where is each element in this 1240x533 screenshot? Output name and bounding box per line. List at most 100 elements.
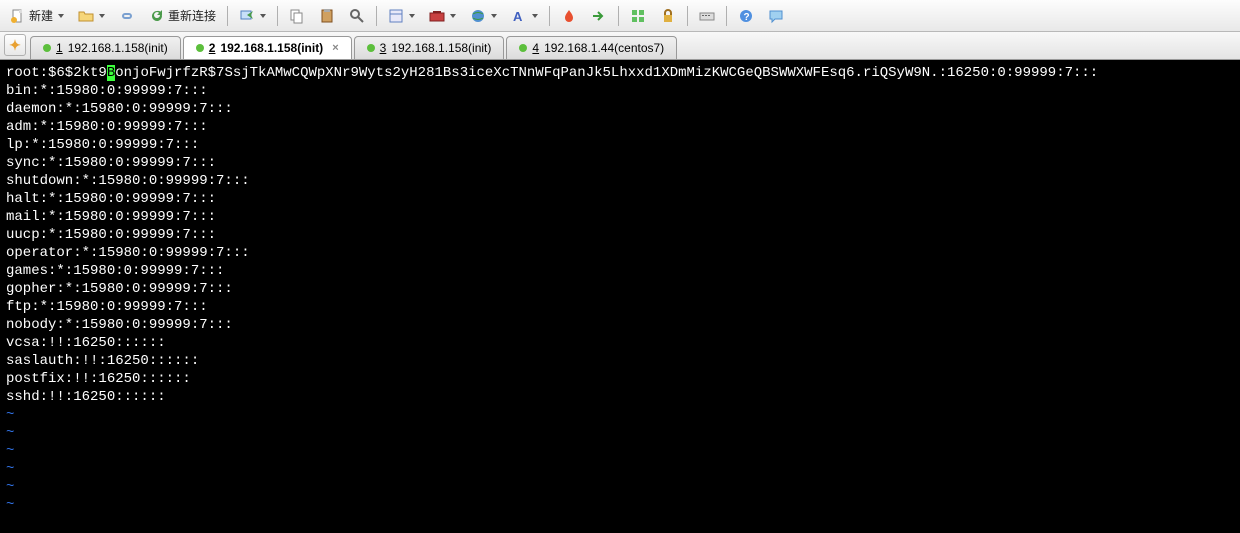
tab-number: 2 xyxy=(209,41,216,55)
terminal-line: uucp:*:15980:0:99999:7::: xyxy=(6,227,216,243)
dropdown-icon xyxy=(99,14,105,18)
terminal-line: nobody:*:15980:0:99999:7::: xyxy=(6,317,233,333)
add-tab-button[interactable]: ✦ xyxy=(4,34,26,56)
tab-number: 4 xyxy=(532,41,539,55)
search-icon xyxy=(349,8,365,24)
status-dot-icon xyxy=(367,44,375,52)
terminal-line: halt:*:15980:0:99999:7::: xyxy=(6,191,216,207)
terminal-line: ftp:*:15980:0:99999:7::: xyxy=(6,299,208,315)
tile-button[interactable] xyxy=(624,4,652,28)
send-icon xyxy=(239,8,255,24)
dropdown-icon xyxy=(260,14,266,18)
terminal-line: bin:*:15980:0:99999:7::: xyxy=(6,83,208,99)
tab-4[interactable]: 4 192.168.1.44(centos7) xyxy=(506,36,677,59)
globe-icon xyxy=(470,8,486,24)
refresh-icon xyxy=(149,8,165,24)
tab-label: 192.168.1.158(init) xyxy=(220,41,323,55)
terminal-line: operator:*:15980:0:99999:7::: xyxy=(6,245,250,261)
terminal-line: daemon:*:15980:0:99999:7::: xyxy=(6,101,233,117)
cursor: B xyxy=(107,65,115,81)
copy-button[interactable] xyxy=(283,4,311,28)
lock-button[interactable] xyxy=(654,4,682,28)
status-dot-icon xyxy=(196,44,204,52)
terminal-line: vcsa:!!:16250:::::: xyxy=(6,335,166,351)
keyboard-icon xyxy=(699,8,715,24)
new-icon xyxy=(10,8,26,24)
properties-icon xyxy=(388,8,404,24)
dropdown-icon xyxy=(532,14,538,18)
terminal-line: games:*:15980:0:99999:7::: xyxy=(6,263,224,279)
help-button[interactable]: ? xyxy=(732,4,760,28)
tab-3[interactable]: 3 192.168.1.158(init) xyxy=(354,36,505,59)
link-icon xyxy=(119,8,135,24)
send-file-button[interactable] xyxy=(585,4,613,28)
status-dot-icon xyxy=(43,44,51,52)
separator xyxy=(726,6,727,26)
vim-tilde: ~ xyxy=(6,425,14,441)
fire-icon xyxy=(561,8,577,24)
font-icon: A xyxy=(511,8,527,24)
dropdown-icon xyxy=(409,14,415,18)
new-label: 新建 xyxy=(29,7,53,24)
tab-label: 192.168.1.158(init) xyxy=(68,41,168,55)
bubble-icon xyxy=(768,8,784,24)
arrow-right-icon xyxy=(591,8,607,24)
keyboard-button[interactable] xyxy=(693,4,721,28)
chat-button[interactable] xyxy=(762,4,790,28)
folder-icon xyxy=(78,8,94,24)
separator xyxy=(618,6,619,26)
terminal-line: adm:*:15980:0:99999:7::: xyxy=(6,119,208,135)
globe-button[interactable] xyxy=(464,4,503,28)
link-button[interactable] xyxy=(113,4,141,28)
terminal-line: root:$6$2kt9BonjoFwjrfzR$7SsjTkAMwCQWpXN… xyxy=(6,65,1098,81)
tab-number: 3 xyxy=(380,41,387,55)
terminal-line: mail:*:15980:0:99999:7::: xyxy=(6,209,216,225)
tab-label: 192.168.1.44(centos7) xyxy=(544,41,664,55)
dropdown-icon xyxy=(450,14,456,18)
svg-text:A: A xyxy=(513,9,523,24)
send-button[interactable] xyxy=(233,4,272,28)
separator xyxy=(227,6,228,26)
tab-bar: ✦ 1 192.168.1.158(init) 2 192.168.1.158(… xyxy=(0,32,1240,60)
terminal-line: sync:*:15980:0:99999:7::: xyxy=(6,155,216,171)
separator xyxy=(687,6,688,26)
lock-icon xyxy=(660,8,676,24)
tab-number: 1 xyxy=(56,41,63,55)
paste-icon xyxy=(319,8,335,24)
tab-2[interactable]: 2 192.168.1.158(init) × xyxy=(183,36,352,59)
dropdown-icon xyxy=(58,14,64,18)
terminal-line: saslauth:!!:16250:::::: xyxy=(6,353,199,369)
terminal-output[interactable]: root:$6$2kt9BonjoFwjrfzR$7SsjTkAMwCQWpXN… xyxy=(0,60,1240,533)
separator xyxy=(277,6,278,26)
reconnect-button[interactable]: 重新连接 xyxy=(143,3,222,28)
vim-tilde: ~ xyxy=(6,461,14,477)
vim-tilde: ~ xyxy=(6,497,14,513)
grid-icon xyxy=(630,8,646,24)
search-button[interactable] xyxy=(343,4,371,28)
tools-button[interactable] xyxy=(423,4,462,28)
plus-icon: ✦ xyxy=(9,37,21,54)
vim-tilde: ~ xyxy=(6,407,14,423)
new-button[interactable]: 新建 xyxy=(4,3,70,28)
properties-button[interactable] xyxy=(382,4,421,28)
copy-icon xyxy=(289,8,305,24)
vim-tilde: ~ xyxy=(6,443,14,459)
script-button[interactable] xyxy=(555,4,583,28)
open-button[interactable] xyxy=(72,4,111,28)
separator xyxy=(549,6,550,26)
close-icon[interactable]: × xyxy=(332,42,338,54)
terminal-line: shutdown:*:15980:0:99999:7::: xyxy=(6,173,250,189)
dropdown-icon xyxy=(491,14,497,18)
font-button[interactable]: A xyxy=(505,4,544,28)
terminal-line: lp:*:15980:0:99999:7::: xyxy=(6,137,199,153)
status-dot-icon xyxy=(519,44,527,52)
reconnect-label: 重新连接 xyxy=(168,7,216,24)
vim-tilde: ~ xyxy=(6,479,14,495)
terminal-line: gopher:*:15980:0:99999:7::: xyxy=(6,281,233,297)
svg-text:?: ? xyxy=(744,12,750,23)
terminal-line: postfix:!!:16250:::::: xyxy=(6,371,191,387)
paste-button[interactable] xyxy=(313,4,341,28)
tab-1[interactable]: 1 192.168.1.158(init) xyxy=(30,36,181,59)
tab-label: 192.168.1.158(init) xyxy=(391,41,491,55)
main-toolbar: 新建 重新连接 xyxy=(0,0,1240,32)
